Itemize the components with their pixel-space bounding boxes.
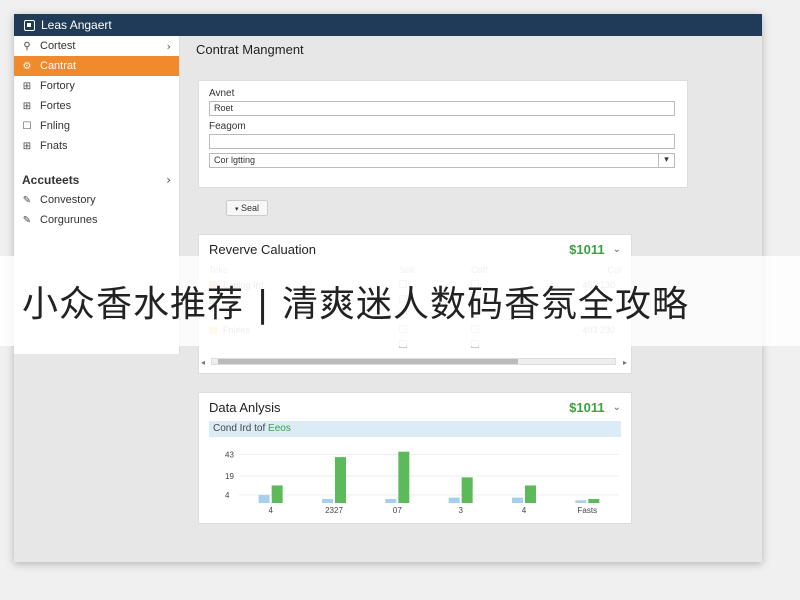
grid-icon: ⊞ [22, 140, 32, 152]
bar-series0-3[interactable] [448, 497, 460, 503]
sidebar-item-label: Fortes [40, 100, 72, 112]
app-logo-icon [24, 19, 35, 31]
form-input-1[interactable]: Roet [209, 101, 675, 116]
bar-series0-2[interactable] [385, 498, 397, 503]
bar-series1-4[interactable] [525, 485, 536, 503]
revenue-title: Reverve Caluation [209, 241, 316, 257]
sidebar-item-0[interactable]: ⚲ Cortest › [14, 36, 179, 56]
sidebar-section-list: ✎ Convestory ✎ Corgurunes [14, 190, 179, 230]
sidebar-section-accounts[interactable]: Accuteets › [14, 170, 179, 190]
sidebar-section-item-label: Convestory [40, 194, 96, 206]
sidebar-nav: ⚲ Cortest › ⚙ Cantrat ⊞ Fortory ⊞ Fortes ☐ Fnling ⊞… [14, 36, 179, 156]
bar-series1-5[interactable] [588, 498, 600, 503]
bar-series1-1[interactable] [335, 457, 346, 503]
page-title: Contrat Mangment [196, 42, 304, 57]
x-tick-label: 3 [458, 506, 463, 515]
scroll-left-icon[interactable]: ◂ [201, 358, 205, 367]
form-select-value: Cor lgtting [214, 155, 256, 165]
sidebar-item-3[interactable]: ⊞ Fortes [14, 96, 179, 116]
grid-icon: ⊞ [22, 100, 32, 112]
chevron-right-icon: › [166, 39, 171, 53]
form-label-2: Feagom [209, 121, 246, 132]
sidebar-section-label: Accuteets [22, 173, 80, 187]
form-select[interactable]: Cor lgtting ▾ [209, 153, 675, 168]
bar-series0-0[interactable] [258, 494, 270, 503]
y-tick-label: 4 [225, 491, 230, 500]
gear-icon: ⚙ [22, 60, 32, 72]
bar-series0-4[interactable] [512, 497, 523, 503]
pencil-icon: ✎ [22, 194, 32, 206]
square-icon: ☐ [22, 120, 32, 132]
bar-series1-2[interactable] [398, 451, 410, 503]
pencil-icon: ✎ [22, 214, 32, 226]
x-tick-label: 07 [393, 506, 402, 515]
form-label-1: Avnet [209, 88, 235, 99]
sidebar-item-label: Fnling [40, 120, 70, 132]
search-icon: ⚲ [23, 40, 31, 52]
banner-text: 小众香水推荐 | 清爽迷人数码香氛全攻略 [22, 284, 690, 325]
sidebar-item-2[interactable]: ⊞ Fortory [14, 76, 179, 96]
scrollbar-thumb[interactable] [218, 359, 518, 364]
seal-button[interactable]: ▾ Seal [226, 200, 269, 216]
form-input-2[interactable] [209, 134, 675, 149]
filter-accent: Eeos [268, 423, 291, 434]
filter-text: Cond Ird tof [213, 423, 266, 434]
bar-chart: 43 19 4 4 2327 07 3 4 Fasts [225, 450, 619, 515]
data-analysis-card: Data Anlysis $1011 ⌄ Cond Ird tof Eeos 4… [198, 392, 632, 524]
title-bar: Leas Angaert [14, 14, 762, 36]
x-tick-label: Fasts [578, 506, 598, 515]
sidebar-item-1[interactable]: ⚙ Cantrat [14, 56, 179, 76]
seal-button-label: Seal [241, 203, 260, 213]
revenue-amount: $1011 [569, 241, 605, 257]
filter-bar[interactable]: Cond Ird tof Eeos [209, 421, 621, 437]
sidebar-item-4[interactable]: ☐ Fnling [14, 116, 179, 136]
sidebar-item-label: Cortest [40, 40, 76, 52]
sidebar-item-5[interactable]: ⊞ Fnats [14, 136, 179, 156]
y-tick-label: 19 [225, 472, 234, 481]
sidebar-item-label: Cantrat [40, 60, 77, 72]
sidebar-section-item-label: Corgurunes [40, 214, 98, 226]
data-analysis-amount: $1011 [569, 399, 605, 415]
bar-series0-5[interactable] [575, 500, 587, 503]
chevron-down-icon[interactable]: ⌄ [613, 244, 621, 255]
contract-form: Avnet Roet Feagom Cor lgtting ▾ [198, 80, 688, 188]
grid-icon: ⊞ [22, 80, 32, 92]
x-tick-label: 4 [268, 506, 273, 515]
bar-series0-1[interactable] [322, 498, 333, 503]
sidebar-section-item-0[interactable]: ✎ Convestory [14, 190, 179, 210]
sidebar-item-label: Fortory [40, 80, 75, 92]
data-analysis-title: Data Anlysis [209, 399, 281, 415]
bar-series1-0[interactable] [271, 485, 283, 503]
x-tick-label: 2327 [325, 506, 343, 515]
window-title: Leas Angaert [41, 18, 112, 32]
overlay-banner: 小众香水推荐 | 清爽迷人数码香氛全攻略 [0, 256, 800, 346]
dropdown-arrow-icon: ▾ [658, 154, 674, 167]
dropdown-icon: ▾ [235, 205, 239, 213]
horizontal-scrollbar[interactable] [211, 358, 616, 365]
chevron-down-icon[interactable]: ⌄ [613, 402, 621, 413]
y-tick-label: 43 [225, 450, 234, 459]
chevron-right-icon: › [166, 173, 171, 187]
sidebar-item-label: Fnats [40, 140, 68, 152]
scroll-right-icon[interactable]: ▸ [623, 358, 627, 367]
bar-series1-3[interactable] [461, 477, 473, 503]
sidebar-section-item-1[interactable]: ✎ Corgurunes [14, 210, 179, 230]
x-tick-label: 4 [522, 506, 527, 515]
data-analysis-header: Data Anlysis $1011 ⌄ [199, 393, 631, 421]
